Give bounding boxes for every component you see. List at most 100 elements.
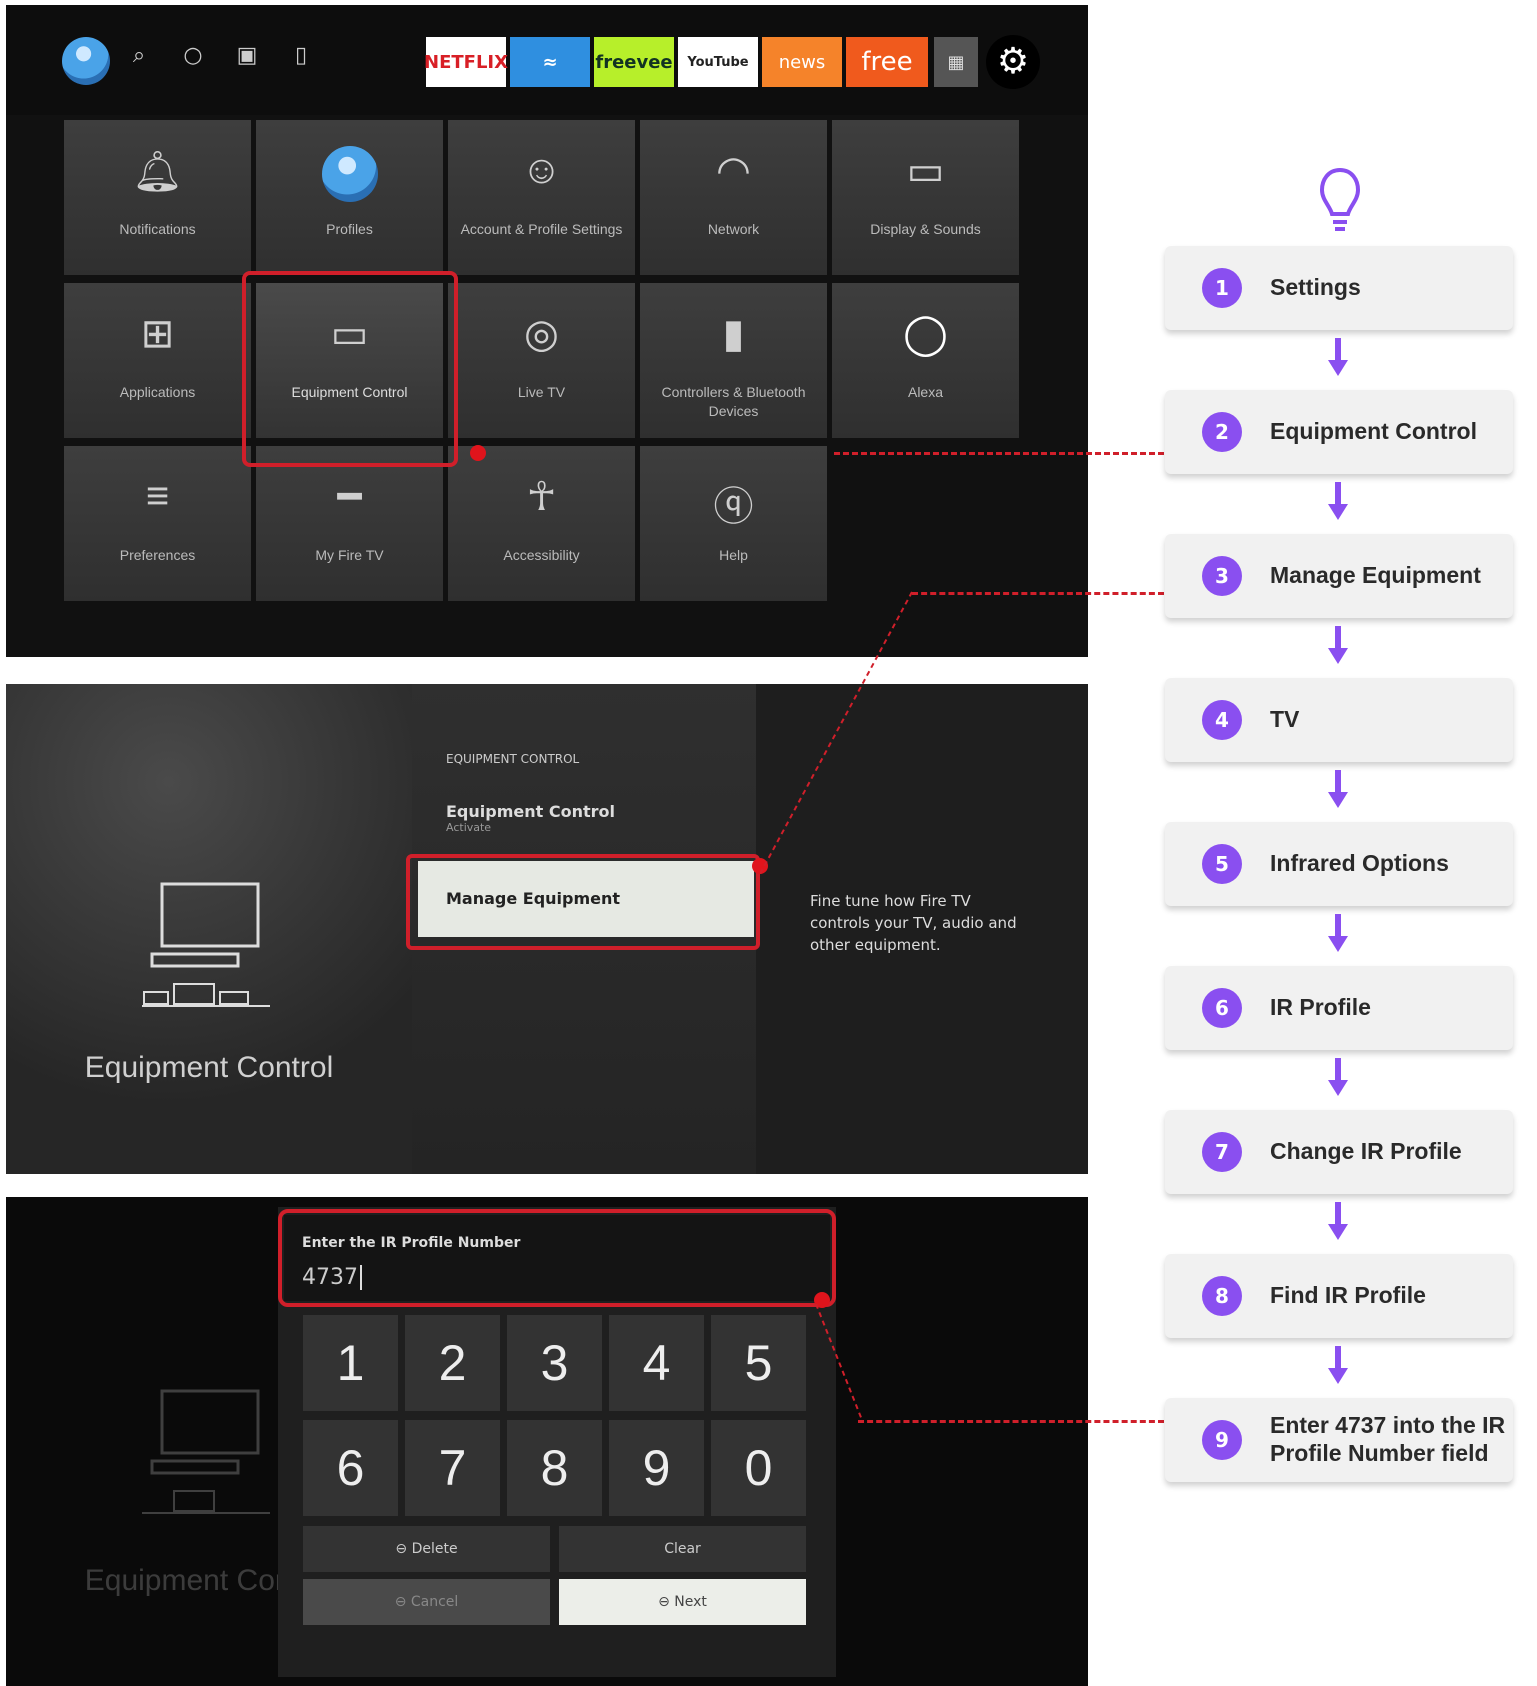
profile-avatar[interactable]	[62, 37, 110, 85]
connector-line-step2	[834, 452, 1164, 455]
connector-line-step3	[912, 592, 1164, 595]
bell-icon: 🔔︎	[132, 150, 183, 194]
equipment-control-title: Equipment Control	[84, 1051, 334, 1084]
fire-tv-stick-icon: ━	[337, 475, 362, 519]
remote-icon: ▮	[722, 312, 745, 356]
tile-network[interactable]: ◠ Network	[640, 120, 827, 275]
key-3[interactable]: 3	[507, 1315, 602, 1411]
down-arrow-icon	[1328, 1202, 1348, 1240]
ir-profile-entry-screen: Equipment Control Enter the IR Profile N…	[6, 1197, 1088, 1686]
key-8[interactable]: 8	[507, 1420, 602, 1516]
news-tile[interactable]: news	[762, 37, 842, 87]
lightbulb-icon	[1319, 167, 1361, 231]
tile-live-tv[interactable]: ◎ Live TV	[448, 283, 635, 438]
tile-alexa[interactable]: ◯ Alexa	[832, 283, 1019, 438]
key-0[interactable]: 0	[711, 1420, 806, 1516]
display-icon: ▭	[906, 149, 945, 193]
key-7[interactable]: 7	[405, 1420, 500, 1516]
clear-button[interactable]: Clear	[559, 1526, 806, 1572]
tile-applications[interactable]: ⊞ Applications	[64, 283, 251, 438]
search-icon[interactable]: ⌕	[124, 43, 154, 68]
step-label: Find IR Profile	[1270, 1282, 1426, 1308]
key-4[interactable]: 4	[609, 1315, 704, 1411]
alexa-icon: ◯	[903, 312, 948, 356]
cancel-button[interactable]: ⊖ Cancel	[303, 1579, 550, 1625]
netflix-tile[interactable]: NETFLIX	[424, 37, 508, 87]
next-button[interactable]: ⊖ Next	[559, 1579, 806, 1625]
person-icon: ☺	[521, 148, 562, 192]
step-number: 6	[1202, 988, 1242, 1028]
menu-item-title: Equipment Control	[446, 802, 615, 821]
profile-icon	[322, 146, 378, 202]
step-equipment-control: 2 Equipment Control	[1165, 390, 1513, 474]
step-change-ir-profile: 7 Change IR Profile	[1165, 1110, 1513, 1194]
key-9[interactable]: 9	[609, 1420, 704, 1516]
down-arrow-icon	[1328, 1058, 1348, 1096]
step-infrared-options: 5 Infrared Options	[1165, 822, 1513, 906]
key-6[interactable]: 6	[303, 1420, 398, 1516]
step-label: Enter 4737 into the IR Profile Number fi…	[1270, 1412, 1506, 1466]
down-arrow-icon	[1328, 626, 1348, 664]
down-arrow-icon	[1328, 338, 1348, 376]
menu-item-equipment-control[interactable]: Equipment Control Activate	[446, 802, 615, 834]
sliders-icon: ≡	[145, 474, 170, 518]
applications-icon: ⊞	[140, 312, 175, 356]
connector-line-step9	[858, 1420, 1164, 1423]
antenna-icon: ◎	[524, 312, 559, 356]
free-tile[interactable]: free	[846, 37, 928, 87]
watchlist-icon[interactable]: ▯	[286, 43, 316, 68]
step-number: 8	[1202, 1276, 1242, 1316]
section-label: EQUIPMENT CONTROL	[446, 752, 580, 766]
step-ir-profile: 6 IR Profile	[1165, 966, 1513, 1050]
tv-equipment-icon	[142, 882, 270, 1007]
step-number: 3	[1202, 556, 1242, 596]
step-number: 9	[1202, 1420, 1242, 1460]
tile-controllers-bluetooth[interactable]: ▮ Controllers & Bluetooth Devices	[640, 283, 827, 438]
down-arrow-icon	[1328, 914, 1348, 952]
step-tv: 4 TV	[1165, 678, 1513, 762]
description-text: Fine tune how Fire TV controls your TV, …	[810, 892, 1017, 954]
tile-accessibility[interactable]: ☥ Accessibility	[448, 446, 635, 601]
step-label: TV	[1270, 706, 1300, 732]
step-number: 1	[1202, 268, 1242, 308]
tile-my-fire-tv[interactable]: ━ My Fire TV	[256, 446, 443, 601]
tile-profiles[interactable]: Profiles	[256, 120, 443, 275]
equipment-control-screen: Equipment Control EQUIPMENT CONTROL Equi…	[6, 684, 1088, 1174]
step-number: 2	[1202, 412, 1242, 452]
freevee-tile[interactable]: freevee	[594, 37, 674, 87]
key-5[interactable]: 5	[711, 1315, 806, 1411]
key-2[interactable]: 2	[405, 1315, 500, 1411]
accessibility-icon: ☥	[526, 475, 557, 519]
tile-account-profile-settings[interactable]: ☺ Account & Profile Settings	[448, 120, 635, 275]
settings-gear-icon[interactable]: ⚙	[986, 35, 1040, 89]
equipment-control-highlight	[242, 271, 458, 467]
key-1[interactable]: 1	[303, 1315, 398, 1411]
down-arrow-icon	[1328, 770, 1348, 808]
delete-button[interactable]: ⊖ Delete	[303, 1526, 550, 1572]
tile-help[interactable]: ⓠ Help	[640, 446, 827, 601]
youtube-tile[interactable]: YouTube	[678, 37, 758, 87]
tile-preferences[interactable]: ≡ Preferences	[64, 446, 251, 601]
step-enter-ir-number: 9 Enter 4737 into the IR Profile Number …	[1165, 1398, 1513, 1482]
tile-notifications[interactable]: 🔔︎ Notifications	[64, 120, 251, 275]
fire-tv-settings-screen: ⌕ ○ ▣ ▯ NETFLIX ≈ freevee YouTube news f…	[6, 5, 1088, 657]
manage-equipment-highlight	[406, 854, 760, 950]
apps-grid-icon[interactable]: ▦	[934, 37, 978, 87]
step-find-ir-profile: 8 Find IR Profile	[1165, 1254, 1513, 1338]
step-label: Change IR Profile	[1270, 1138, 1462, 1164]
menu-item-subtitle: Activate	[446, 821, 492, 834]
highlight-marker-dot	[470, 445, 486, 461]
step-number: 7	[1202, 1132, 1242, 1172]
step-label: Settings	[1270, 274, 1361, 300]
down-arrow-icon	[1328, 1346, 1348, 1384]
tile-display-sounds[interactable]: ▭ Display & Sounds	[832, 120, 1019, 275]
down-arrow-icon	[1328, 482, 1348, 520]
live-tv-icon[interactable]: ▣	[232, 43, 262, 68]
equipment-left-pane: Equipment Control	[6, 684, 412, 1174]
step-label: Manage Equipment	[1270, 562, 1481, 588]
prime-video-tile[interactable]: ≈	[510, 37, 590, 87]
step-label: IR Profile	[1270, 994, 1371, 1020]
step-settings: 1 Settings	[1165, 246, 1513, 330]
help-icon: ⓠ	[713, 485, 754, 529]
home-icon[interactable]: ○	[178, 43, 208, 68]
